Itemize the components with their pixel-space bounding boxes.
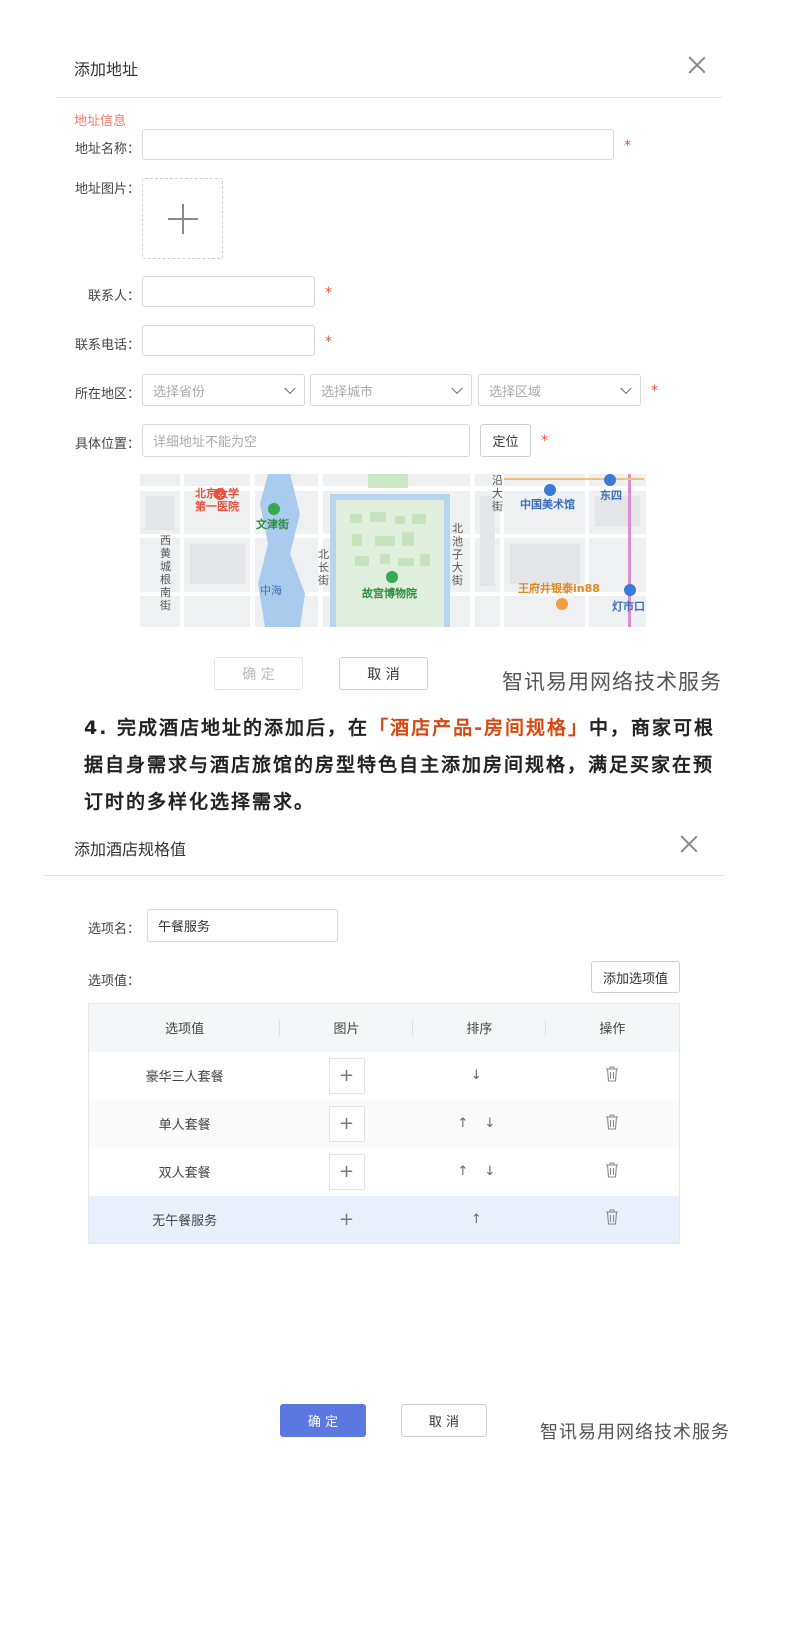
trash-icon[interactable] <box>605 1209 619 1225</box>
section-label: 地址信息 <box>74 114 127 129</box>
province-select[interactable]: 选择省份 <box>142 374 305 406</box>
column-header: 排序 <box>412 1003 546 1052</box>
phone-input[interactable] <box>142 325 315 356</box>
map-label-museum: 故宫博物院 <box>362 587 417 600</box>
chevron-down-icon <box>451 382 463 395</box>
add-option-button[interactable]: 添加选项值 <box>591 961 680 993</box>
close-icon[interactable] <box>677 832 701 856</box>
option-name-value: 午餐服务 <box>158 920 211 935</box>
contact-input[interactable] <box>142 276 315 307</box>
required-mark: * <box>651 383 658 399</box>
table-row: 双人套餐 + ↑ ↓ <box>89 1148 680 1196</box>
map-label-wenjin: 文津街 <box>256 518 289 531</box>
sort-arrows[interactable]: ↑ <box>471 1212 488 1227</box>
map-label-wangfujing: 王府井银泰in88 <box>518 582 600 595</box>
column-header: 图片 <box>280 1003 413 1052</box>
map-view[interactable]: + 北京大学 第一医院 文津街 西 黄 城 根 南 街 中海 北 长 街 故宫博… <box>140 474 646 627</box>
cancel-button[interactable]: 取 消 <box>339 657 428 690</box>
locate-button[interactable]: 定位 <box>480 424 531 457</box>
option-value-cell: 单人套餐 <box>88 1099 281 1148</box>
cancel-button[interactable]: 取 消 <box>401 1404 487 1437</box>
add-image-button[interactable]: + <box>328 1153 365 1190</box>
required-mark: * <box>541 433 548 449</box>
table-row: 无午餐服务 + ↑ <box>88 1195 680 1244</box>
city-select[interactable]: 选择城市 <box>310 374 472 406</box>
option-values-table: 选项值 图片 排序 操作 豪华三人套餐 + ↓ 单人套餐 + ↑ ↓ 双人套餐 … <box>88 1003 680 1244</box>
map-label-hospital: 北京大学 第一医院 <box>195 487 239 513</box>
add-image-button[interactable]: + <box>328 1057 365 1094</box>
table-header-row: 选项值 图片 排序 操作 <box>88 1003 680 1052</box>
address-image-label: 地址图片： <box>74 182 140 197</box>
map-label-yan: 沿 大 街 <box>492 474 503 513</box>
add-image-button[interactable]: + <box>329 1201 365 1237</box>
close-icon[interactable] <box>685 53 709 77</box>
option-name-label: 选项名： <box>88 922 141 937</box>
option-values-label: 选项值： <box>88 974 141 989</box>
city-placeholder: 选择城市 <box>321 384 374 400</box>
map-label-xihuang: 西 黄 城 根 南 街 <box>160 534 171 612</box>
sort-arrows[interactable]: ↑ ↓ <box>457 1164 501 1179</box>
sort-arrows[interactable]: ↓ <box>471 1068 488 1083</box>
divider <box>44 875 724 876</box>
add-image-button[interactable]: + <box>328 1105 365 1142</box>
watermark: 智讯易用网络技术服务 <box>502 670 722 694</box>
dialog-title: 添加酒店规格值 <box>74 840 187 859</box>
dialog-title: 添加地址 <box>74 60 139 79</box>
para-text-before: 4. 完成酒店地址的添加后，在 <box>84 717 370 739</box>
chevron-down-icon <box>620 382 632 395</box>
chevron-down-icon <box>284 382 296 395</box>
map-label-zhonghai: 中海 <box>260 584 282 597</box>
required-mark: * <box>325 285 332 301</box>
region-label: 所在地区： <box>74 387 140 402</box>
required-mark: * <box>325 334 332 350</box>
map-label-dengshikou: 灯市口 <box>612 600 645 613</box>
confirm-button[interactable]: 确 定 <box>214 657 303 690</box>
image-upload[interactable] <box>142 178 223 259</box>
confirm-button[interactable]: 确 定 <box>280 1404 366 1437</box>
map-label-art: 中国美术馆 <box>520 498 575 511</box>
map-label-dongsi: 东四 <box>600 489 622 502</box>
address-name-input[interactable] <box>142 129 614 160</box>
location-label: 具体位置： <box>74 437 140 452</box>
option-value-cell: 豪华三人套餐 <box>145 1070 224 1085</box>
trash-icon[interactable] <box>605 1113 619 1130</box>
para-highlight: 「酒店产品-房间规格」 <box>369 717 589 739</box>
district-select[interactable]: 选择区域 <box>478 374 641 406</box>
district-placeholder: 选择区域 <box>489 384 542 400</box>
option-name-input[interactable]: 午餐服务 <box>147 909 338 942</box>
table-row: 豪华三人套餐 + ↓ <box>89 1052 680 1100</box>
address-placeholder: 详细地址不能为空 <box>153 435 258 450</box>
required-mark: * <box>624 138 631 154</box>
option-value-cell: 无午餐服务 <box>88 1195 281 1244</box>
option-value-cell: 双人套餐 <box>158 1166 211 1181</box>
address-name-label: 地址名称： <box>74 142 140 157</box>
column-header: 选项值 <box>88 1003 281 1052</box>
sort-arrows[interactable]: ↑ ↓ <box>457 1116 501 1131</box>
contact-label: 联系人： <box>87 289 140 304</box>
column-header: 操作 <box>545 1003 680 1052</box>
phone-label: 联系电话： <box>74 338 140 353</box>
trash-icon[interactable] <box>605 1065 619 1082</box>
province-placeholder: 选择省份 <box>153 384 206 400</box>
map-label-beichang: 北 长 街 <box>318 548 329 587</box>
address-input[interactable]: 详细地址不能为空 <box>142 424 470 457</box>
watermark: 智讯易用网络技术服务 <box>540 1422 730 1443</box>
table-row: 单人套餐 + ↑ ↓ <box>88 1099 680 1148</box>
map-label-beichi: 北 池 子 大 街 <box>452 522 463 587</box>
divider <box>56 97 722 98</box>
trash-icon[interactable] <box>605 1161 619 1178</box>
instruction-paragraph: 4. 完成酒店地址的添加后，在「酒店产品-房间规格」中，商家可根据自身需求与酒店… <box>84 710 724 821</box>
